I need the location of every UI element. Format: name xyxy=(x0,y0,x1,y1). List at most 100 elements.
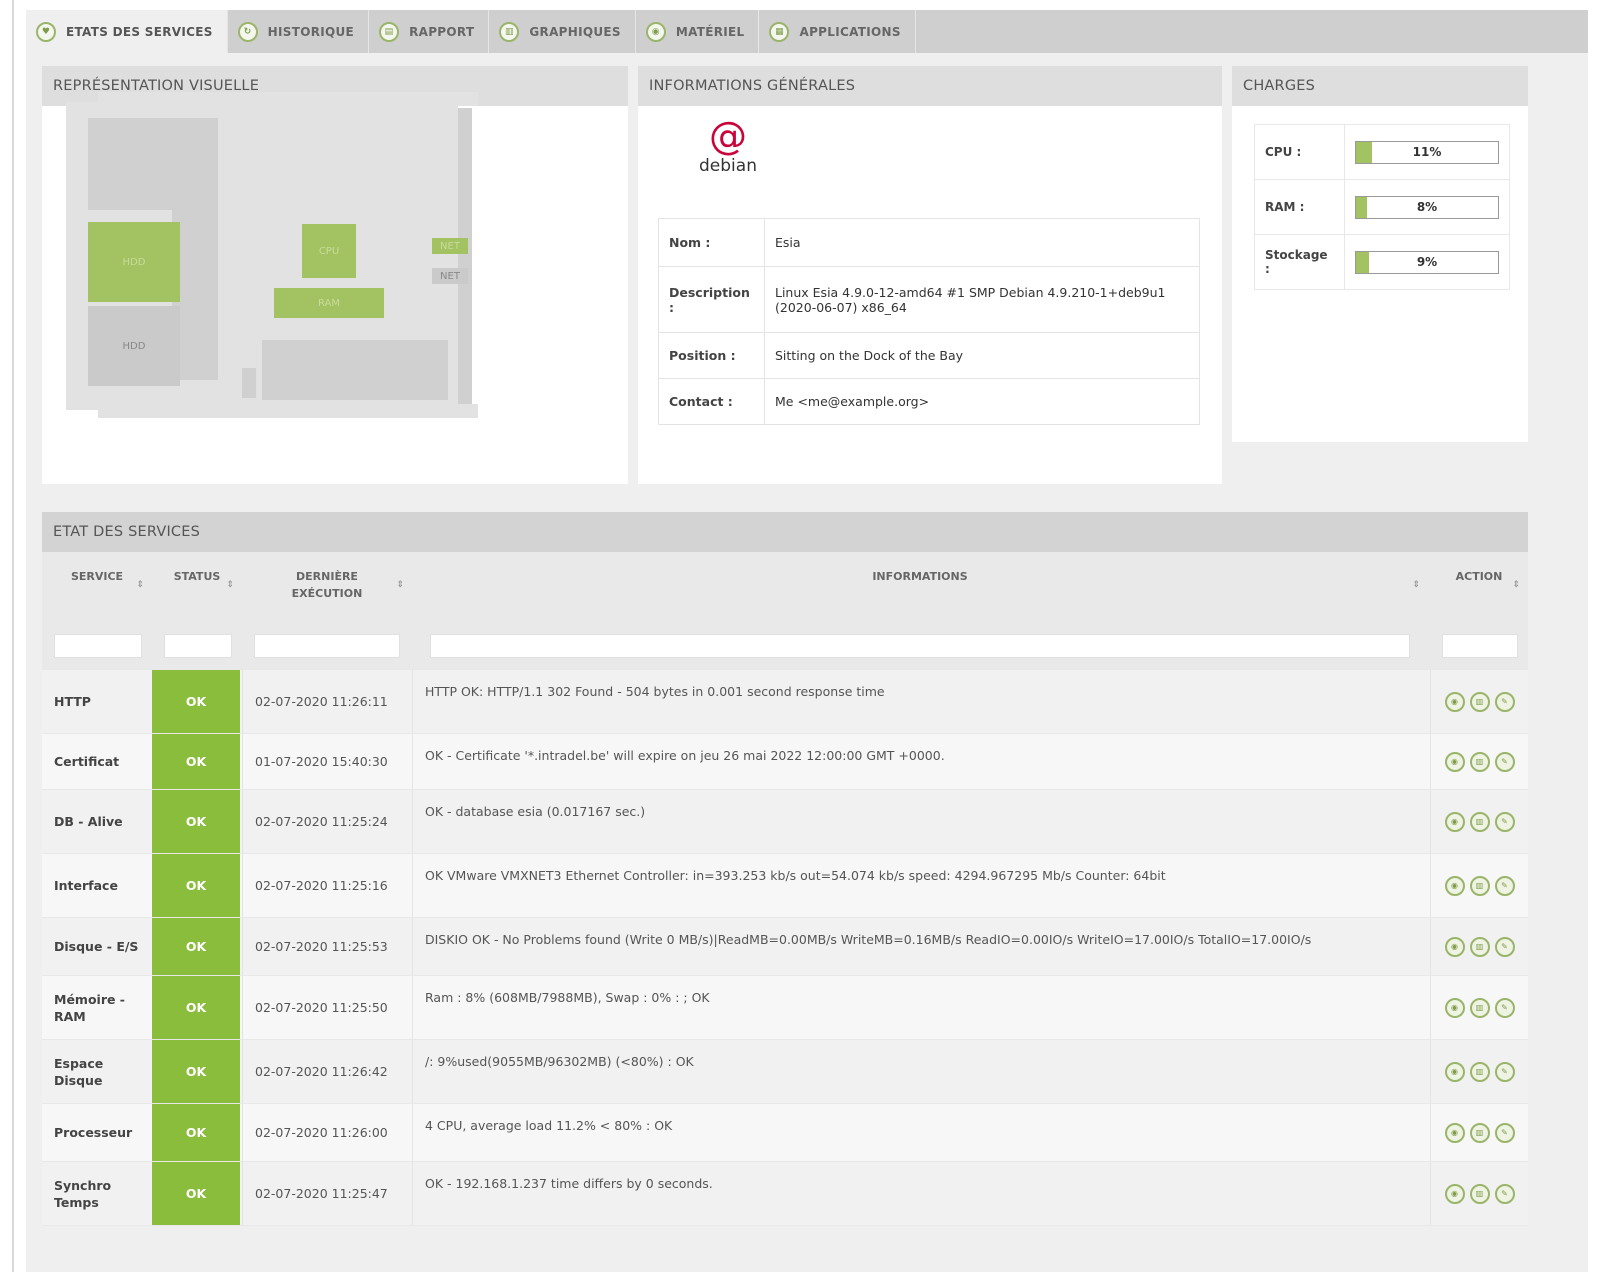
last-exec-date: 02-07-2020 11:25:16 xyxy=(242,854,412,917)
last-exec-date: 02-07-2020 11:26:00 xyxy=(242,1104,412,1161)
tab-label: RAPPORT xyxy=(409,24,475,39)
edit-icon[interactable]: ✎ xyxy=(1494,997,1515,1018)
hardware-icon: ◉ xyxy=(645,21,666,42)
tab-label: ETATS DES SERVICES xyxy=(66,24,213,39)
col-info[interactable]: INFORMATIONS ⇕ xyxy=(412,552,1428,618)
net-2[interactable]: NET xyxy=(432,268,468,284)
tab-graphiques[interactable]: ▥ GRAPHIQUES xyxy=(489,10,636,53)
service-name[interactable]: Certificat xyxy=(42,734,152,789)
row-actions: ◉ ▥ ✎ xyxy=(1430,1104,1528,1161)
charge-label: Stockage : xyxy=(1254,234,1345,290)
edit-icon[interactable]: ✎ xyxy=(1494,1183,1515,1204)
table-row: Synchro Temps OK 02-07-2020 11:25:47 OK - 1… xyxy=(42,1162,1528,1226)
last-exec-date: 02-07-2020 11:25:24 xyxy=(242,790,412,853)
status-icon[interactable]: ◉ xyxy=(1444,1122,1465,1143)
status-badge: OK xyxy=(152,918,240,975)
edit-icon[interactable]: ✎ xyxy=(1494,751,1515,772)
info-key: Nom : xyxy=(658,218,765,267)
last-exec-date: 02-07-2020 11:25:53 xyxy=(242,918,412,975)
service-name[interactable]: DB - Alive xyxy=(42,790,152,853)
edit-icon[interactable]: ✎ xyxy=(1494,1061,1515,1082)
graph-icon[interactable]: ▥ xyxy=(1469,751,1490,772)
col-last-exec[interactable]: DERNIÈRE EXÉCUTION ⇕ xyxy=(242,552,412,618)
row-actions: ◉ ▥ ✎ xyxy=(1430,1040,1528,1103)
net-1[interactable]: NET xyxy=(432,238,468,254)
edit-icon[interactable]: ✎ xyxy=(1494,811,1515,832)
status-badge: OK xyxy=(152,670,240,733)
server-diagram: HDD HDD CPU RAM NET NET xyxy=(62,88,512,428)
hdd-1[interactable]: HDD xyxy=(88,222,180,302)
service-name[interactable]: HTTP xyxy=(42,670,152,733)
charge-row-storage: Stockage : 9% xyxy=(1254,234,1510,290)
left-border xyxy=(12,0,14,1272)
status-icon[interactable]: ◉ xyxy=(1444,936,1465,957)
col-service[interactable]: SERVICE ⇕ xyxy=(42,552,152,618)
tab-applications[interactable]: ▦ APPLICATIONS xyxy=(759,10,916,53)
row-actions: ◉ ▥ ✎ xyxy=(1430,918,1528,975)
charges-title: CHARGES xyxy=(1232,66,1528,106)
status-icon[interactable]: ◉ xyxy=(1444,751,1465,772)
service-info: /: 9%used(9055MB/96302MB) (<80%) : OK xyxy=(412,1040,1428,1103)
hdd-2[interactable]: HDD xyxy=(88,306,180,386)
cpu-block[interactable]: CPU xyxy=(302,224,356,278)
heart-icon: ♥ xyxy=(36,21,56,42)
tab-materiel[interactable]: ◉ MATÉRIEL xyxy=(636,10,760,53)
service-info: DISKIO OK - No Problems found (Write 0 M… xyxy=(412,918,1428,975)
general-info-title: INFORMATIONS GÉNÉRALES xyxy=(638,66,1222,106)
info-value: Esia xyxy=(764,218,1200,267)
service-name[interactable]: Interface xyxy=(42,854,152,917)
tab-rapport[interactable]: ▤ RAPPORT xyxy=(369,10,490,53)
graph-icon[interactable]: ▥ xyxy=(1469,997,1490,1018)
filter-row xyxy=(42,618,1528,670)
service-name[interactable]: Espace Disque xyxy=(42,1040,152,1103)
sort-icon: ⇕ xyxy=(136,580,144,590)
col-action[interactable]: ACTION ⇕ xyxy=(1430,552,1528,618)
info-key: Description : xyxy=(658,266,765,333)
status-icon[interactable]: ◉ xyxy=(1444,1183,1465,1204)
graph-icon[interactable]: ▥ xyxy=(1469,691,1490,712)
edit-icon[interactable]: ✎ xyxy=(1494,691,1515,712)
service-name[interactable]: Disque - E/S xyxy=(42,918,152,975)
tab-bar: ♥ ETATS DES SERVICES ↻ HISTORIQUE ▤ RAPPORT… xyxy=(26,10,1588,53)
filter-status-input[interactable] xyxy=(164,634,232,658)
status-icon[interactable]: ◉ xyxy=(1444,691,1465,712)
row-actions: ◉ ▥ ✎ xyxy=(1430,976,1528,1039)
status-icon[interactable]: ◉ xyxy=(1444,875,1465,896)
service-name[interactable]: Mémoire - RAM xyxy=(42,976,152,1039)
graph-icon[interactable]: ▥ xyxy=(1469,936,1490,957)
info-row: Contact : Me <me@example.org> xyxy=(658,378,1200,425)
charge-row-ram: RAM : 8% xyxy=(1254,179,1510,235)
filter-action-input[interactable] xyxy=(1442,634,1518,658)
status-icon[interactable]: ◉ xyxy=(1444,1061,1465,1082)
last-exec-date: 02-07-2020 11:25:47 xyxy=(242,1162,412,1225)
edit-icon[interactable]: ✎ xyxy=(1494,1122,1515,1143)
tab-etats-des-services[interactable]: ♥ ETATS DES SERVICES xyxy=(26,10,228,53)
graph-icon[interactable]: ▥ xyxy=(1469,811,1490,832)
col-status[interactable]: STATUS ⇕ xyxy=(152,552,242,618)
row-actions: ◉ ▥ ✎ xyxy=(1430,790,1528,853)
service-name[interactable]: Synchro Temps xyxy=(42,1162,152,1225)
graph-icon[interactable]: ▥ xyxy=(1469,1061,1490,1082)
debian-swirl-icon: @ xyxy=(709,114,747,158)
ram-progress-bar: 8% xyxy=(1355,195,1499,219)
sort-icon: ⇕ xyxy=(1512,580,1520,590)
edit-icon[interactable]: ✎ xyxy=(1494,936,1515,957)
tab-historique[interactable]: ↻ HISTORIQUE xyxy=(228,10,370,53)
info-key: Contact : xyxy=(658,378,765,425)
graph-icon[interactable]: ▥ xyxy=(1469,875,1490,896)
filter-date-input[interactable] xyxy=(254,634,400,658)
graph-icon[interactable]: ▥ xyxy=(1469,1122,1490,1143)
tab-label: HISTORIQUE xyxy=(267,24,355,39)
filter-service-input[interactable] xyxy=(54,634,142,658)
edit-icon[interactable]: ✎ xyxy=(1494,875,1515,896)
services-panel: ETAT DES SERVICES SERVICE ⇕ STATUS ⇕ DERNI… xyxy=(42,512,1528,1226)
chart-icon: ▥ xyxy=(499,21,520,42)
ram-block[interactable]: RAM xyxy=(274,288,384,318)
service-name[interactable]: Processeur xyxy=(42,1104,152,1161)
filter-info-input[interactable] xyxy=(430,634,1410,658)
status-badge: OK xyxy=(152,734,240,789)
status-icon[interactable]: ◉ xyxy=(1444,997,1465,1018)
info-row: Nom : Esia xyxy=(658,218,1200,267)
status-icon[interactable]: ◉ xyxy=(1444,811,1465,832)
graph-icon[interactable]: ▥ xyxy=(1469,1183,1490,1204)
